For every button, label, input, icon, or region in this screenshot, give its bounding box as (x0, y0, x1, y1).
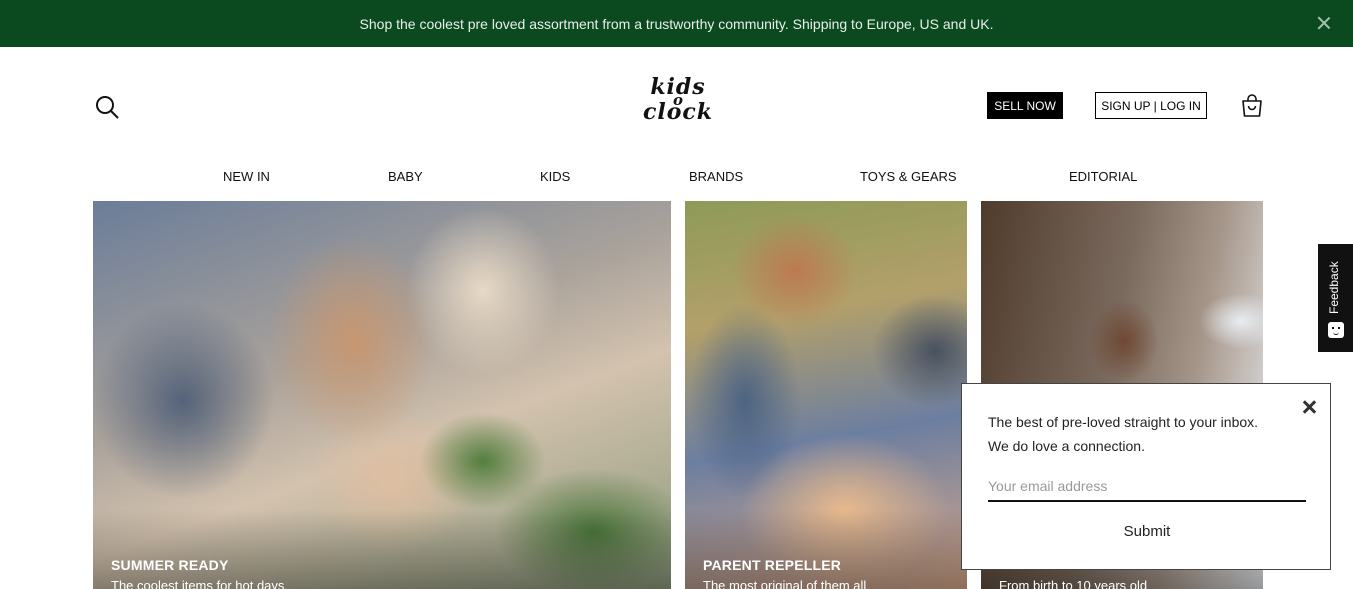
newsletter-message: The best of pre-loved straight to your i… (988, 410, 1258, 458)
submit-button[interactable]: Submit (988, 518, 1306, 544)
tile-shade (93, 509, 671, 589)
tile-subtitle: The most original of them all (703, 578, 867, 589)
search-icon[interactable] (95, 95, 119, 119)
nav-item-new-in[interactable]: NEW IN (223, 169, 270, 184)
logo-text-clock: clock (642, 99, 714, 125)
nav-item-brands[interactable]: BRANDS (689, 169, 743, 184)
promo-tile-parent-repeller[interactable]: PARENT REPELLER The most original of the… (685, 201, 967, 589)
tile-title: SUMMER READY (111, 557, 229, 573)
tile-title: PARENT REPELLER (703, 557, 842, 573)
email-field[interactable] (988, 472, 1306, 502)
site-logo[interactable]: kids o clock (640, 76, 716, 132)
shopping-bag-icon[interactable] (1241, 94, 1263, 118)
nav-item-baby[interactable]: BABY (388, 169, 423, 184)
nav-item-kids[interactable]: KIDS (540, 169, 570, 184)
newsletter-line-2: We do love a connection. (988, 438, 1145, 454)
tile-subtitle: From birth to 10 years old (999, 578, 1148, 589)
announcement-text: Shop the coolest pre loved assortment fr… (359, 15, 994, 32)
promo-tile-summer-ready[interactable]: SUMMER READY The coolest items for hot d… (93, 201, 671, 589)
main-nav: NEW IN BABY KIDS BRANDS TOYS & GEARS EDI… (0, 165, 1353, 187)
nav-item-editorial[interactable]: EDITORIAL (1069, 169, 1137, 184)
newsletter-popup: The best of pre-loved straight to your i… (961, 383, 1331, 570)
announcement-bar: Shop the coolest pre loved assortment fr… (0, 0, 1353, 47)
newsletter-line-1: The best of pre-loved straight to your i… (988, 414, 1259, 430)
tile-shade (685, 509, 967, 589)
nav-item-toys-gears[interactable]: TOYS & GEARS (860, 169, 957, 184)
close-icon[interactable] (1302, 400, 1316, 414)
feedback-label: Feedback (1327, 261, 1341, 314)
tile-subtitle: The coolest items for hot days (111, 578, 285, 589)
close-icon[interactable] (1317, 16, 1331, 30)
sell-now-button[interactable]: SELL NOW (987, 92, 1063, 119)
feedback-tab[interactable]: Feedback (1318, 244, 1353, 352)
signup-login-button[interactable]: SIGN UP | LOG IN (1095, 92, 1207, 119)
smiley-icon (1328, 322, 1344, 338)
